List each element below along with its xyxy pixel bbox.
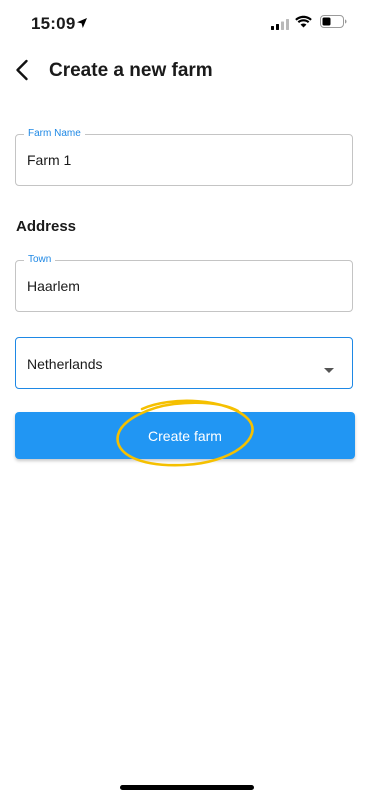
battery-icon (320, 15, 347, 33)
town-input[interactable]: Haarlem (27, 278, 80, 294)
location-arrow-icon (76, 16, 88, 34)
caret-down-icon (324, 360, 334, 378)
address-heading: Address (16, 218, 77, 235)
page-title: Create a new farm (49, 60, 213, 81)
chevron-left-icon (15, 59, 29, 86)
farm-name-label: Farm Name (24, 128, 85, 140)
status-time: 15:09 (31, 14, 76, 33)
country-select[interactable]: Netherlands (15, 337, 353, 389)
wifi-icon (295, 15, 312, 33)
cellular-signal-icon (271, 17, 289, 35)
app-header: Create a new farm (0, 50, 370, 94)
farm-name-field[interactable]: Farm Name Farm 1 (15, 128, 353, 186)
country-select-value: Netherlands (27, 356, 103, 372)
status-bar: 15:09 (0, 0, 370, 44)
back-button[interactable] (6, 56, 38, 88)
town-label: Town (24, 254, 56, 266)
town-field[interactable]: Town Haarlem (15, 254, 353, 312)
create-farm-button-label: Create farm (148, 427, 222, 444)
farm-name-input[interactable]: Farm 1 (27, 152, 71, 168)
home-indicator (120, 785, 254, 790)
create-farm-button[interactable]: Create farm (15, 412, 355, 459)
